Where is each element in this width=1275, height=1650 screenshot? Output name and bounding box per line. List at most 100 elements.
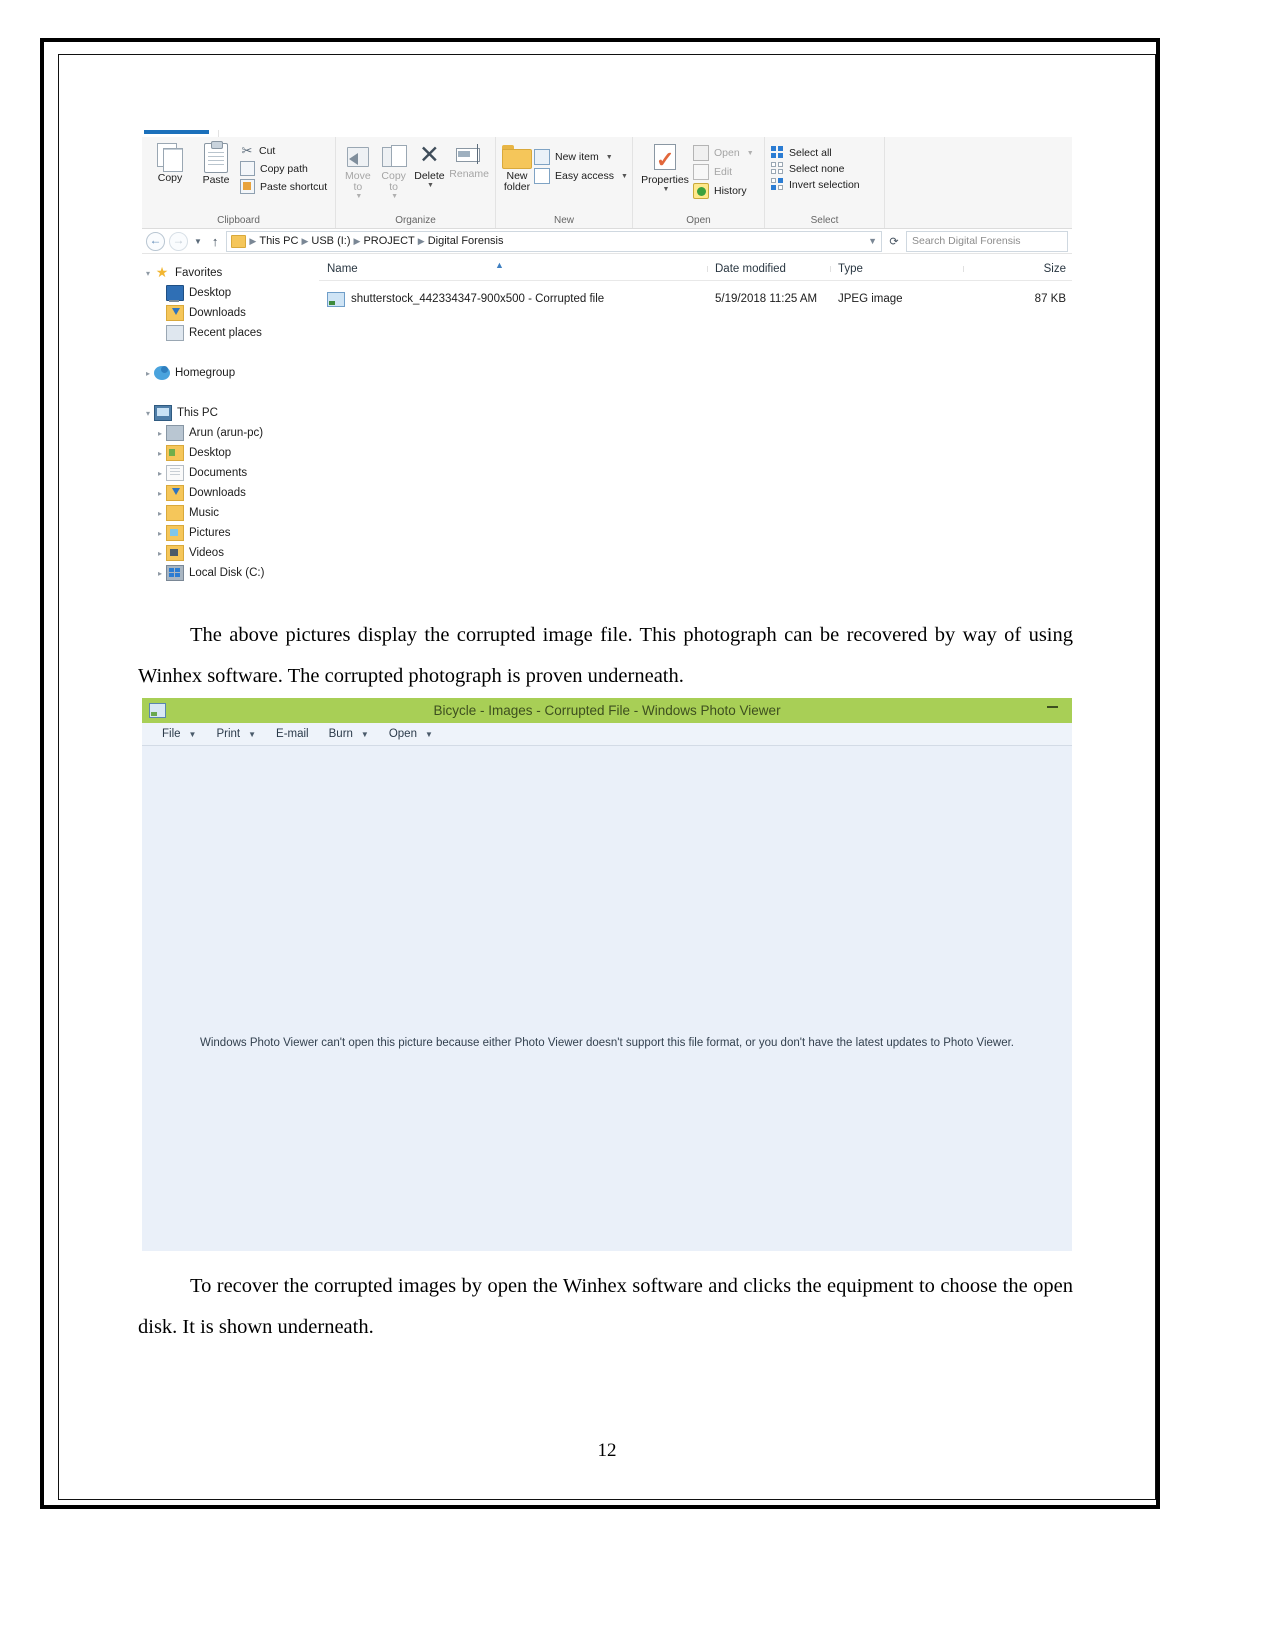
expander-icon[interactable]: ▸ bbox=[154, 449, 166, 458]
copy-to-button[interactable]: Copy to ▼ bbox=[378, 141, 410, 200]
properties-button[interactable]: ✓ Properties ▼ bbox=[639, 141, 691, 193]
nav-item-arun[interactable]: ▸ Arun (arun-pc) bbox=[142, 423, 319, 443]
forward-arrow-icon[interactable]: → bbox=[169, 231, 188, 251]
music-folder-icon bbox=[166, 505, 184, 521]
nav-item-this-pc[interactable]: ▾ This PC bbox=[142, 403, 319, 423]
explorer-address-bar: ← → ▼ ↑ ▶ This PC ▶ USB (I:) ▶ PROJECT ▶… bbox=[142, 229, 1072, 254]
menu-item-open[interactable]: Open ▼ bbox=[389, 728, 447, 740]
copy-to-caret-icon[interactable]: ▼ bbox=[391, 193, 398, 200]
invert-selection-button[interactable]: Invert selection bbox=[771, 178, 860, 191]
copy-button[interactable]: Copy bbox=[148, 141, 192, 184]
column-header-date-modified[interactable]: Date modified bbox=[707, 263, 830, 275]
open-button[interactable]: Open ▼ bbox=[693, 145, 754, 161]
column-header-type[interactable]: Type bbox=[830, 263, 963, 275]
paste-shortcut-icon bbox=[240, 179, 255, 194]
file-size: 87 KB bbox=[1034, 293, 1066, 305]
nav-item-local-disk-c[interactable]: ▸ Local Disk (C:) bbox=[142, 563, 319, 583]
group-title-organize: Organize bbox=[395, 215, 436, 226]
nav-item-homegroup[interactable]: ▸ Homegroup bbox=[142, 363, 319, 383]
menu-item-burn[interactable]: Burn ▼ bbox=[329, 728, 383, 740]
breadcrumb-item-digital-forensis[interactable]: Digital Forensis bbox=[428, 235, 504, 247]
breadcrumb-sep: ▶ bbox=[301, 235, 309, 246]
expander-icon[interactable]: ▸ bbox=[154, 489, 166, 498]
rename-button[interactable]: Rename bbox=[449, 141, 489, 180]
expander-icon[interactable]: ▸ bbox=[154, 469, 166, 478]
up-arrow-icon[interactable]: ↑ bbox=[208, 234, 223, 249]
paragraph-2-text: To recover the corrupted images by open … bbox=[138, 1275, 1073, 1338]
nav-item-pictures[interactable]: ▸ Pictures bbox=[142, 523, 319, 543]
expander-icon[interactable]: ▸ bbox=[154, 549, 166, 558]
select-none-button[interactable]: Select none bbox=[771, 162, 860, 175]
nav-item-documents[interactable]: ▸ Documents bbox=[142, 463, 319, 483]
new-item-button[interactable]: New item ▼ bbox=[534, 149, 628, 165]
properties-label: Properties bbox=[641, 174, 689, 186]
refresh-icon[interactable]: ⟳ bbox=[886, 235, 902, 248]
expander-icon[interactable]: ▸ bbox=[154, 509, 166, 518]
menu-item-email[interactable]: E-mail bbox=[276, 728, 323, 740]
chevron-down-icon[interactable]: ▼ bbox=[189, 730, 197, 739]
open-caret-icon[interactable]: ▼ bbox=[747, 150, 754, 157]
tab-home-active[interactable] bbox=[144, 130, 209, 134]
chevron-down-icon[interactable]: ▼ bbox=[361, 730, 369, 739]
nav-item-music[interactable]: ▸ Music bbox=[142, 503, 319, 523]
column-header-name[interactable]: Name ▲ bbox=[319, 260, 707, 275]
nav-item-recent-places[interactable]: Recent places bbox=[142, 323, 319, 343]
invert-selection-icon bbox=[771, 178, 784, 191]
nav-item-downloads[interactable]: Downloads bbox=[142, 303, 319, 323]
history-icon bbox=[693, 183, 709, 199]
expander-icon[interactable]: ▾ bbox=[142, 269, 154, 278]
expander-icon[interactable]: ▸ bbox=[154, 429, 166, 438]
easy-access-caret-icon[interactable]: ▼ bbox=[621, 173, 628, 180]
expander-icon[interactable]: ▸ bbox=[154, 569, 166, 578]
nav-item-desktop[interactable]: Desktop bbox=[142, 283, 319, 303]
back-arrow-icon[interactable]: ← bbox=[146, 231, 165, 251]
nav-label: Documents bbox=[189, 467, 248, 479]
paste-shortcut-button[interactable]: Paste shortcut bbox=[240, 179, 327, 194]
chevron-down-icon[interactable]: ▼ bbox=[248, 730, 256, 739]
easy-access-button[interactable]: Easy access ▼ bbox=[534, 168, 628, 184]
cut-button[interactable]: ✂ Cut bbox=[240, 144, 327, 158]
expander-icon[interactable]: ▾ bbox=[142, 409, 154, 418]
nav-item-videos[interactable]: ▸ Videos bbox=[142, 543, 319, 563]
chevron-down-icon[interactable]: ▼ bbox=[425, 730, 433, 739]
new-folder-button[interactable]: New folder bbox=[502, 141, 532, 193]
expander-icon[interactable]: ▸ bbox=[154, 529, 166, 538]
delete-button[interactable]: ✕ Delete ▼ bbox=[414, 141, 446, 190]
history-button[interactable]: History bbox=[693, 183, 754, 199]
expander-icon[interactable]: ▸ bbox=[142, 369, 154, 378]
menu-item-file[interactable]: File ▼ bbox=[162, 728, 210, 740]
nav-label: Desktop bbox=[189, 447, 232, 459]
nav-label: Local Disk (C:) bbox=[189, 567, 265, 579]
copy-path-button[interactable]: Copy path bbox=[240, 161, 327, 176]
table-row[interactable]: shutterstock_442334347-900x500 - Corrupt… bbox=[319, 287, 1072, 311]
move-to-button[interactable]: Move to ▼ bbox=[342, 141, 374, 200]
paste-clipboard-icon bbox=[204, 141, 228, 173]
paste-button[interactable]: Paste bbox=[194, 141, 238, 186]
breadcrumb-item-project[interactable]: PROJECT bbox=[363, 235, 414, 247]
rename-icon bbox=[455, 143, 483, 167]
menu-item-print[interactable]: Print ▼ bbox=[216, 728, 270, 740]
column-label: Type bbox=[838, 263, 863, 275]
breadcrumb[interactable]: ▶ This PC ▶ USB (I:) ▶ PROJECT ▶ Digital… bbox=[226, 230, 882, 252]
select-all-button[interactable]: Select all bbox=[771, 146, 860, 159]
breadcrumb-item-usb[interactable]: USB (I:) bbox=[311, 235, 350, 247]
properties-caret-icon[interactable]: ▼ bbox=[663, 186, 670, 193]
nav-item-desktop-pc[interactable]: ▸ Desktop bbox=[142, 443, 319, 463]
nav-item-downloads-pc[interactable]: ▸ Downloads bbox=[142, 483, 319, 503]
breadcrumb-item-this-pc[interactable]: This PC bbox=[259, 235, 298, 247]
breadcrumb-dropdown-icon[interactable]: ▼ bbox=[868, 236, 877, 246]
search-input[interactable]: Search Digital Forensis bbox=[906, 230, 1068, 252]
move-to-caret-icon[interactable]: ▼ bbox=[355, 193, 362, 200]
recent-locations-icon[interactable]: ▼ bbox=[192, 237, 204, 246]
edit-button[interactable]: Edit bbox=[693, 164, 754, 180]
edit-label: Edit bbox=[714, 166, 733, 178]
column-header-size[interactable]: Size bbox=[963, 263, 1072, 275]
nav-item-favorites[interactable]: ▾ ★ Favorites bbox=[142, 263, 319, 283]
ribbon-empty-area bbox=[885, 137, 1072, 228]
new-item-caret-icon[interactable]: ▼ bbox=[606, 154, 613, 161]
minimize-icon[interactable] bbox=[1047, 706, 1058, 708]
delete-caret-icon[interactable]: ▼ bbox=[427, 182, 434, 189]
file-list-header: Name ▲ Date modified Type Size bbox=[319, 258, 1072, 281]
file-name-cell[interactable]: shutterstock_442334347-900x500 - Corrupt… bbox=[319, 291, 707, 307]
